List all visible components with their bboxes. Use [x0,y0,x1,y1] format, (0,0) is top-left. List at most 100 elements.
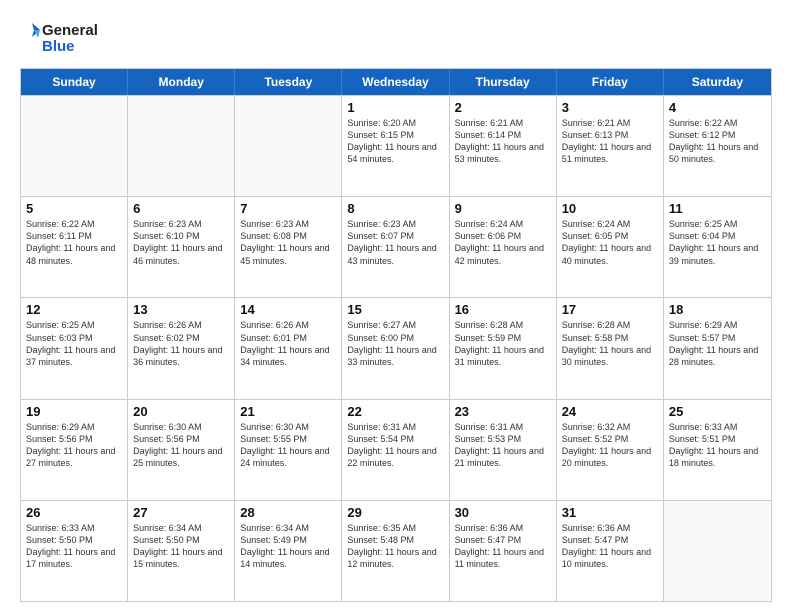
day-info: Sunrise: 6:36 AM Sunset: 5:47 PM Dayligh… [455,522,551,571]
logo: GeneralBlue [20,18,110,58]
day-info: Sunrise: 6:29 AM Sunset: 5:56 PM Dayligh… [26,421,122,470]
day-cell-12: 12 Sunrise: 6:25 AM Sunset: 6:03 PM Dayli… [21,298,128,398]
day-cell-30: 30 Sunrise: 6:36 AM Sunset: 5:47 PM Dayli… [450,501,557,601]
day-cell-18: 18Sunrise: 6:29 AM Sunset: 5:57 PM Dayli… [664,298,771,398]
calendar-header: SundayMondayTuesdayWednesdayThursdayFrid… [21,69,771,95]
empty-cell [128,96,235,196]
day-info: Sunrise: 6:24 AM Sunset: 6:06 PM Dayligh… [455,218,551,267]
day-cell-22: 22Sunrise: 6:31 AM Sunset: 5:54 PM Dayli… [342,400,449,500]
day-info: Sunrise: 6:32 AM Sunset: 5:52 PM Dayligh… [562,421,658,470]
day-info: Sunrise: 6:30 AM Sunset: 5:55 PM Dayligh… [240,421,336,470]
day-info: Sunrise: 6:34 AM Sunset: 5:50 PM Dayligh… [133,522,229,571]
day-cell-6: 6 Sunrise: 6:23 AM Sunset: 6:10 PM Daylig… [128,197,235,297]
day-cell-7: 7 Sunrise: 6:23 AM Sunset: 6:08 PM Daylig… [235,197,342,297]
day-cell-26: 26 Sunrise: 6:33 AM Sunset: 5:50 PM Dayli… [21,501,128,601]
svg-text:General: General [42,22,98,39]
day-info: Sunrise: 6:28 AM Sunset: 5:58 PM Dayligh… [562,319,658,368]
day-number: 2 [455,100,551,115]
day-cell-23: 23 Sunrise: 6:31 AM Sunset: 5:53 PM Dayli… [450,400,557,500]
day-number: 27 [133,505,229,520]
svg-text:Blue: Blue [42,38,75,55]
day-number: 4 [669,100,766,115]
day-info: Sunrise: 6:23 AM Sunset: 6:08 PM Dayligh… [240,218,336,267]
day-cell-29: 29Sunrise: 6:35 AM Sunset: 5:48 PM Dayli… [342,501,449,601]
day-info: Sunrise: 6:28 AM Sunset: 5:59 PM Dayligh… [455,319,551,368]
day-info: Sunrise: 6:30 AM Sunset: 5:56 PM Dayligh… [133,421,229,470]
week-row-1: 1Sunrise: 6:20 AM Sunset: 6:15 PM Daylig… [21,95,771,196]
header-day-tuesday: Tuesday [235,69,342,95]
day-info: Sunrise: 6:22 AM Sunset: 6:11 PM Dayligh… [26,218,122,267]
week-row-5: 26 Sunrise: 6:33 AM Sunset: 5:50 PM Dayli… [21,500,771,601]
day-info: Sunrise: 6:23 AM Sunset: 6:10 PM Dayligh… [133,218,229,267]
day-number: 11 [669,201,766,216]
day-number: 22 [347,404,443,419]
day-number: 6 [133,201,229,216]
header-day-thursday: Thursday [450,69,557,95]
day-info: Sunrise: 6:31 AM Sunset: 5:53 PM Dayligh… [455,421,551,470]
day-number: 1 [347,100,443,115]
day-number: 21 [240,404,336,419]
day-number: 20 [133,404,229,419]
day-cell-11: 11 Sunrise: 6:25 AM Sunset: 6:04 PM Dayli… [664,197,771,297]
day-number: 18 [669,302,766,317]
day-number: 9 [455,201,551,216]
day-number: 5 [26,201,122,216]
day-info: Sunrise: 6:24 AM Sunset: 6:05 PM Dayligh… [562,218,658,267]
day-info: Sunrise: 6:27 AM Sunset: 6:00 PM Dayligh… [347,319,443,368]
day-info: Sunrise: 6:25 AM Sunset: 6:04 PM Dayligh… [669,218,766,267]
day-cell-14: 14 Sunrise: 6:26 AM Sunset: 6:01 PM Dayli… [235,298,342,398]
day-number: 15 [347,302,443,317]
empty-cell [235,96,342,196]
day-number: 8 [347,201,443,216]
header-day-friday: Friday [557,69,664,95]
day-number: 12 [26,302,122,317]
day-info: Sunrise: 6:33 AM Sunset: 5:50 PM Dayligh… [26,522,122,571]
day-number: 3 [562,100,658,115]
header-day-monday: Monday [128,69,235,95]
day-info: Sunrise: 6:22 AM Sunset: 6:12 PM Dayligh… [669,117,766,166]
day-cell-28: 28Sunrise: 6:34 AM Sunset: 5:49 PM Dayli… [235,501,342,601]
day-cell-16: 16Sunrise: 6:28 AM Sunset: 5:59 PM Dayli… [450,298,557,398]
empty-cell [21,96,128,196]
day-info: Sunrise: 6:33 AM Sunset: 5:51 PM Dayligh… [669,421,766,470]
day-info: Sunrise: 6:21 AM Sunset: 6:13 PM Dayligh… [562,117,658,166]
day-cell-31: 31Sunrise: 6:36 AM Sunset: 5:47 PM Dayli… [557,501,664,601]
day-cell-13: 13Sunrise: 6:26 AM Sunset: 6:02 PM Dayli… [128,298,235,398]
day-cell-20: 20 Sunrise: 6:30 AM Sunset: 5:56 PM Dayli… [128,400,235,500]
empty-cell [664,501,771,601]
day-number: 26 [26,505,122,520]
week-row-2: 5 Sunrise: 6:22 AM Sunset: 6:11 PM Daylig… [21,196,771,297]
day-number: 28 [240,505,336,520]
day-cell-25: 25Sunrise: 6:33 AM Sunset: 5:51 PM Dayli… [664,400,771,500]
day-cell-5: 5 Sunrise: 6:22 AM Sunset: 6:11 PM Daylig… [21,197,128,297]
day-number: 24 [562,404,658,419]
day-number: 19 [26,404,122,419]
day-number: 10 [562,201,658,216]
calendar-body: 1Sunrise: 6:20 AM Sunset: 6:15 PM Daylig… [21,95,771,601]
day-cell-19: 19 Sunrise: 6:29 AM Sunset: 5:56 PM Dayli… [21,400,128,500]
day-cell-24: 24 Sunrise: 6:32 AM Sunset: 5:52 PM Dayli… [557,400,664,500]
day-number: 7 [240,201,336,216]
day-cell-27: 27 Sunrise: 6:34 AM Sunset: 5:50 PM Dayli… [128,501,235,601]
day-number: 14 [240,302,336,317]
page: GeneralBlue SundayMondayTuesdayWednesday… [0,0,792,612]
day-number: 23 [455,404,551,419]
day-number: 31 [562,505,658,520]
day-cell-2: 2Sunrise: 6:21 AM Sunset: 6:14 PM Daylig… [450,96,557,196]
day-number: 29 [347,505,443,520]
day-cell-8: 8 Sunrise: 6:23 AM Sunset: 6:07 PM Daylig… [342,197,449,297]
day-cell-15: 15 Sunrise: 6:27 AM Sunset: 6:00 PM Dayli… [342,298,449,398]
day-info: Sunrise: 6:26 AM Sunset: 6:01 PM Dayligh… [240,319,336,368]
day-cell-9: 9 Sunrise: 6:24 AM Sunset: 6:06 PM Daylig… [450,197,557,297]
day-info: Sunrise: 6:25 AM Sunset: 6:03 PM Dayligh… [26,319,122,368]
day-number: 30 [455,505,551,520]
header: GeneralBlue [20,18,772,58]
day-info: Sunrise: 6:23 AM Sunset: 6:07 PM Dayligh… [347,218,443,267]
day-cell-21: 21 Sunrise: 6:30 AM Sunset: 5:55 PM Dayli… [235,400,342,500]
day-number: 17 [562,302,658,317]
day-cell-1: 1Sunrise: 6:20 AM Sunset: 6:15 PM Daylig… [342,96,449,196]
day-cell-10: 10 Sunrise: 6:24 AM Sunset: 6:05 PM Dayli… [557,197,664,297]
day-info: Sunrise: 6:26 AM Sunset: 6:02 PM Dayligh… [133,319,229,368]
day-cell-17: 17 Sunrise: 6:28 AM Sunset: 5:58 PM Dayli… [557,298,664,398]
day-cell-3: 3 Sunrise: 6:21 AM Sunset: 6:13 PM Daylig… [557,96,664,196]
